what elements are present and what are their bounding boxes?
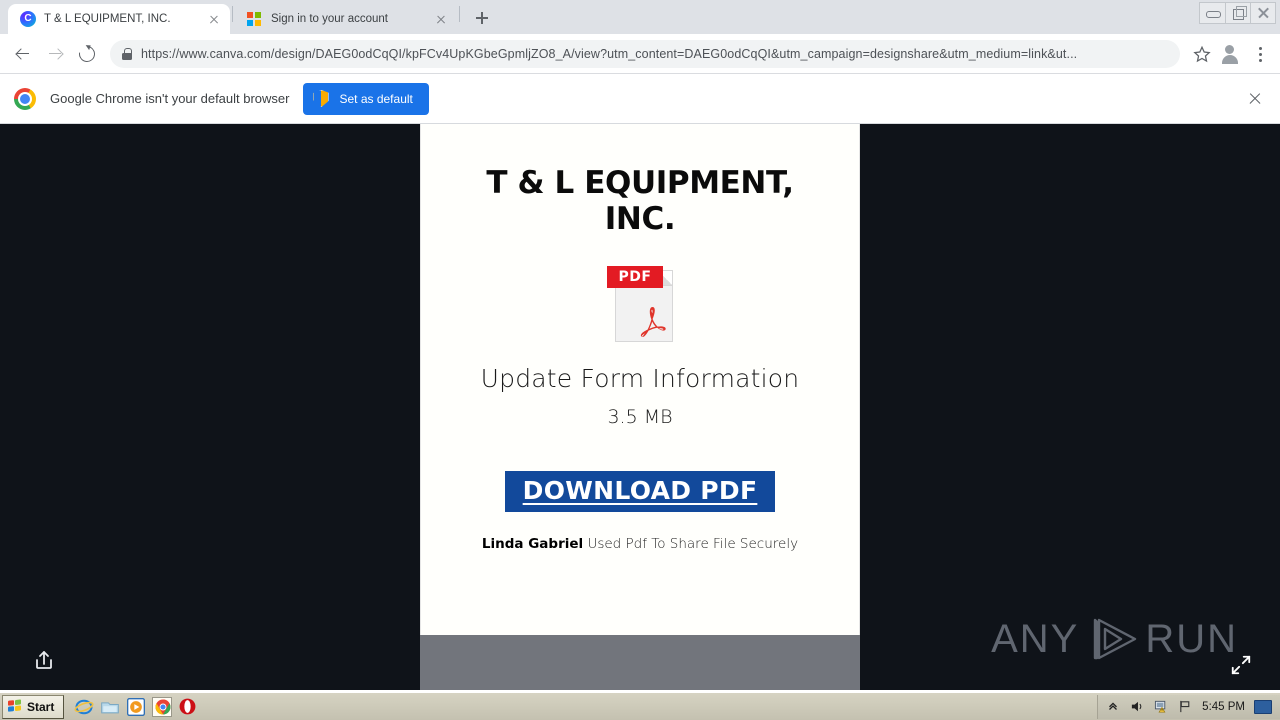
new-tab-button[interactable]: [468, 4, 496, 32]
chrome-logo-icon: [14, 87, 36, 110]
tab-canva[interactable]: C T & L EQUIPMENT, INC.: [8, 4, 230, 34]
microsoft-favicon: [247, 11, 263, 27]
document-canvas: T & L EQUIPMENT, INC. PDF Update Form In…: [420, 124, 860, 635]
windows-flag-icon: [8, 699, 23, 714]
page-viewport: T & L EQUIPMENT, INC. PDF Update Form In…: [0, 124, 1280, 690]
tab-title: T & L EQUIPMENT, INC.: [44, 13, 171, 25]
address-bar[interactable]: https://www.canva.com/design/DAEG0odCqQI…: [110, 39, 1180, 68]
file-name-label: Update Form Information: [480, 363, 800, 393]
document-bottom-band: [420, 635, 860, 690]
page-title: T & L EQUIPMENT, INC.: [486, 165, 794, 237]
tab-microsoft-signin[interactable]: Sign in to your account: [235, 4, 457, 34]
system-tray: 5:45 PM: [1097, 694, 1280, 719]
footer-author-name: Linda Gabriel: [481, 535, 584, 552]
set-as-default-label: Set as default: [339, 91, 413, 106]
network-flag-icon[interactable]: [1178, 699, 1193, 714]
file-size-label: 3.5 MB: [607, 405, 673, 428]
restore-button[interactable]: [1225, 3, 1250, 23]
tab-divider: [459, 6, 460, 22]
infobar-message: Google Chrome isn't your default browser: [50, 91, 290, 106]
start-label: Start: [27, 699, 55, 714]
play-triangle-logo: [1094, 618, 1137, 660]
shield-icon: [313, 90, 330, 107]
set-as-default-button[interactable]: Set as default: [303, 82, 429, 115]
windows-taskbar: Start 5:45 PM: [0, 692, 1280, 720]
internet-explorer-icon[interactable]: [74, 697, 94, 717]
opera-icon[interactable]: [178, 697, 198, 717]
close-window-button[interactable]: [1250, 3, 1275, 23]
reload-button[interactable]: [72, 39, 102, 69]
avatar-icon[interactable]: [1218, 40, 1246, 68]
browser-window: C T & L EQUIPMENT, INC. Sign in to your …: [0, 0, 1280, 692]
forward-button[interactable]: [40, 39, 70, 69]
browser-toolbar: https://www.canva.com/design/DAEG0odCqQI…: [0, 34, 1280, 74]
quick-launch-bar: [74, 696, 198, 717]
display-icon[interactable]: [1254, 699, 1272, 714]
footer-note-text: Used Pdf To Share File Securely: [583, 535, 799, 552]
watermark-text-right: RUN: [1145, 616, 1238, 661]
volume-icon[interactable]: [1130, 699, 1145, 714]
file-explorer-icon[interactable]: [100, 697, 120, 717]
security-alert-icon[interactable]: [1154, 699, 1169, 714]
lock-icon: [122, 47, 132, 60]
download-pdf-button[interactable]: DOWNLOAD PDF: [504, 470, 776, 512]
kebab-menu-icon[interactable]: [1248, 40, 1272, 68]
window-controls: [1199, 2, 1276, 24]
star-icon[interactable]: [1188, 40, 1216, 68]
back-button[interactable]: [8, 39, 38, 69]
footer-note: Linda Gabriel Used Pdf To Share File Sec…: [482, 536, 798, 552]
watermark-text-left: ANY: [991, 616, 1080, 661]
google-chrome-icon[interactable]: [152, 696, 173, 717]
media-player-icon[interactable]: [126, 697, 146, 717]
anyrun-watermark: ANY RUN: [991, 616, 1238, 662]
show-hidden-icons[interactable]: [1106, 699, 1121, 714]
acrobat-logo-icon: [640, 306, 666, 337]
infobar-close-icon[interactable]: [1244, 88, 1266, 110]
minimize-button[interactable]: [1200, 3, 1225, 23]
fullscreen-expand-icon[interactable]: [1230, 654, 1252, 676]
canva-favicon: C: [20, 11, 36, 27]
pdf-badge: PDF: [607, 265, 663, 288]
pdf-file-icon: PDF: [607, 260, 673, 342]
close-tab-icon[interactable]: [433, 11, 449, 27]
tab-strip: C T & L EQUIPMENT, INC. Sign in to your …: [0, 0, 1280, 34]
share-icon[interactable]: [32, 648, 56, 672]
tab-divider: [232, 6, 233, 22]
url-text: https://www.canva.com/design/DAEG0odCqQI…: [141, 46, 1078, 61]
clock[interactable]: 5:45 PM: [1202, 701, 1245, 713]
tab-title: Sign in to your account: [271, 13, 388, 25]
default-browser-infobar: Google Chrome isn't your default browser…: [0, 74, 1280, 124]
close-tab-icon[interactable]: [206, 11, 222, 27]
start-button[interactable]: Start: [2, 694, 65, 719]
